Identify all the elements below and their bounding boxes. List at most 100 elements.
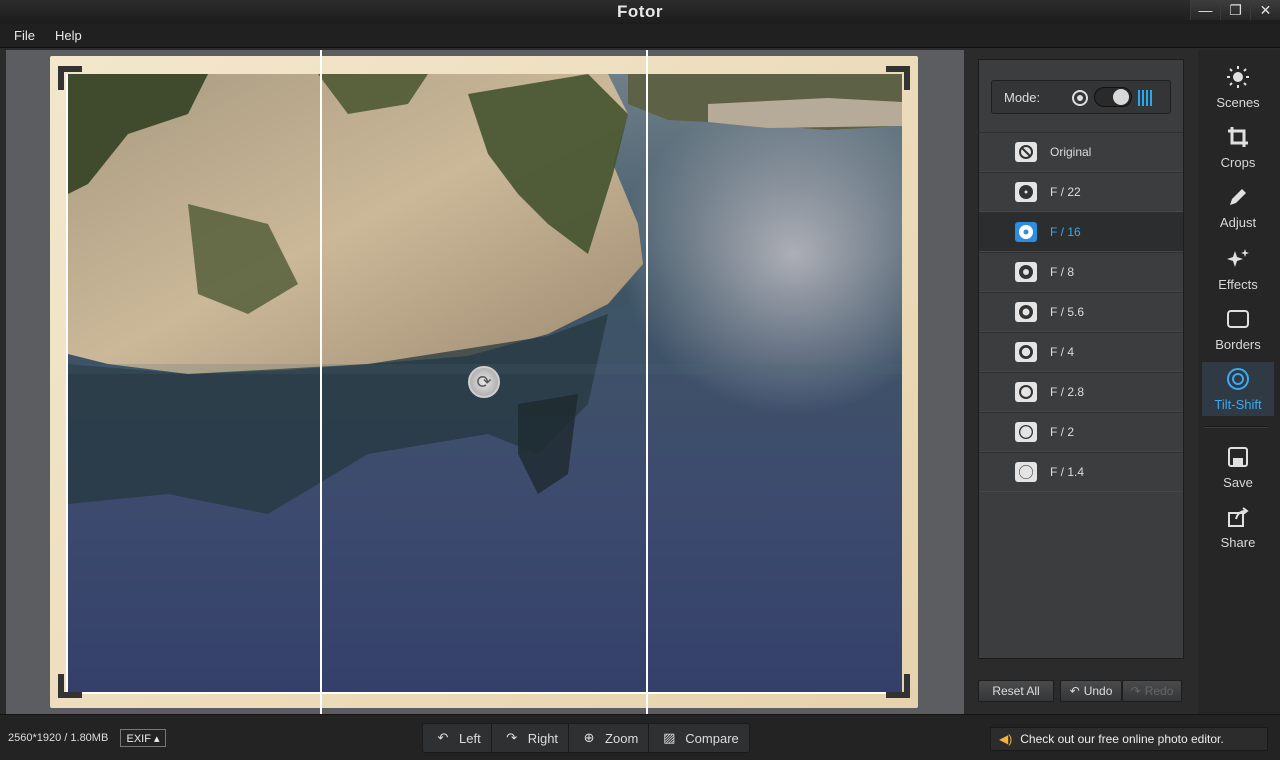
aperture-item-f2[interactable]: F / 2 bbox=[979, 412, 1183, 452]
aperture-item-label: F / 1.4 bbox=[1050, 465, 1085, 479]
sidebar-item-label: Effects bbox=[1218, 277, 1258, 292]
sparkles-icon bbox=[1225, 247, 1251, 271]
close-button[interactable]: ✕ bbox=[1250, 0, 1280, 20]
speaker-icon: ◀) bbox=[999, 732, 1013, 746]
crop-corner-handle[interactable] bbox=[886, 66, 910, 90]
rotate-right-icon: ↷ bbox=[506, 730, 518, 745]
crop-corner-handle[interactable] bbox=[58, 66, 82, 90]
compare-button[interactable]: ▨ Compare bbox=[649, 724, 748, 752]
redo-button[interactable]: ↷ Redo bbox=[1122, 680, 1182, 702]
maximize-button[interactable]: ❐ bbox=[1220, 0, 1250, 20]
aperture-icon bbox=[1015, 182, 1037, 202]
aperture-item-label: Original bbox=[1050, 145, 1092, 159]
sidebar-item-label: Scenes bbox=[1216, 95, 1260, 110]
menu-help[interactable]: Help bbox=[55, 28, 82, 43]
sidebar-item-tilt-shift[interactable]: Tilt-Shift bbox=[1202, 362, 1274, 416]
zoom-icon: ⊕ bbox=[583, 730, 595, 745]
undo-icon: ↶ bbox=[1069, 684, 1080, 698]
sidebar-item-borders[interactable]: Borders bbox=[1202, 302, 1274, 356]
aperture-icon bbox=[1015, 262, 1037, 282]
app-title: Fotor bbox=[617, 2, 663, 21]
sidebar-item-label: Share bbox=[1220, 535, 1256, 550]
radial-mode-icon[interactable] bbox=[1072, 90, 1088, 106]
sun-icon bbox=[1225, 65, 1251, 89]
aperture-icon bbox=[1015, 222, 1037, 242]
sidebar-item-label: Crops bbox=[1220, 155, 1256, 170]
crop-corner-handle[interactable] bbox=[58, 674, 82, 698]
crop-icon bbox=[1225, 125, 1251, 149]
aperture-item-f4[interactable]: F / 4 bbox=[979, 332, 1183, 372]
sidebar-item-save[interactable]: Save bbox=[1202, 440, 1274, 494]
sidebar-item-label: Adjust bbox=[1219, 215, 1257, 230]
aperture-icon bbox=[1015, 302, 1037, 322]
tilt-shift-icon bbox=[1225, 367, 1251, 391]
aperture-item-label: F / 16 bbox=[1050, 225, 1081, 239]
crop-corner-handle[interactable] bbox=[886, 674, 910, 698]
aperture-item-f16[interactable]: F / 16 bbox=[979, 212, 1183, 252]
rotate-left-button[interactable]: ↶ Left bbox=[423, 724, 492, 752]
redo-label: Redo bbox=[1144, 684, 1174, 698]
zoom-button[interactable]: ⊕ Zoom bbox=[569, 724, 650, 752]
reset-all-button[interactable]: Reset All bbox=[978, 680, 1054, 702]
sidebar-item-crops[interactable]: Crops bbox=[1202, 120, 1274, 174]
rotate-left-label: Left bbox=[459, 730, 481, 746]
aperture-item-f22[interactable]: F / 22 bbox=[979, 172, 1183, 212]
aperture-list: Original F / 22 F / 16 F / 8 F / 5.6 F /… bbox=[979, 132, 1183, 492]
border-frame-icon bbox=[1225, 307, 1251, 331]
aperture-icon bbox=[1015, 342, 1037, 362]
image-compare-icon: ▨ bbox=[663, 730, 676, 745]
sidebar-item-adjust[interactable]: Adjust bbox=[1202, 180, 1274, 234]
aperture-item-original[interactable]: Original bbox=[979, 132, 1183, 172]
rotate-right-label: Right bbox=[527, 730, 559, 746]
promo-text: Check out our free online photo editor. bbox=[1020, 732, 1224, 746]
compare-label: Compare bbox=[685, 730, 739, 746]
aperture-item-label: F / 4 bbox=[1050, 345, 1075, 359]
rotate-right-button[interactable]: ↷ Right bbox=[492, 724, 570, 752]
no-effect-icon bbox=[1015, 142, 1037, 162]
promo-link[interactable]: ◀) Check out our free online photo edito… bbox=[990, 727, 1268, 751]
window-controls: — ❐ ✕ bbox=[1190, 0, 1280, 20]
aperture-item-f2-8[interactable]: F / 2.8 bbox=[979, 372, 1183, 412]
sidebar-divider bbox=[1204, 426, 1268, 428]
aperture-item-f8[interactable]: F / 8 bbox=[979, 252, 1183, 292]
mode-toggle[interactable] bbox=[1094, 87, 1132, 107]
mode-switch: Mode: bbox=[991, 80, 1171, 114]
sidebar-item-scenes[interactable]: Scenes bbox=[1202, 60, 1274, 114]
menu-file[interactable]: File bbox=[14, 28, 35, 43]
aperture-item-label: F / 5.6 bbox=[1050, 305, 1085, 319]
tilt-shift-right-line[interactable] bbox=[646, 50, 648, 714]
aperture-item-label: F / 2 bbox=[1050, 425, 1075, 439]
mode-label: Mode: bbox=[1004, 89, 1041, 105]
aperture-icon bbox=[1015, 382, 1037, 402]
exif-button[interactable]: EXIF ▴ bbox=[120, 729, 166, 747]
aperture-item-f5-6[interactable]: F / 5.6 bbox=[979, 292, 1183, 332]
sidebar-item-effects[interactable]: Effects bbox=[1202, 242, 1274, 296]
image-info: 2560*1920 / 1.80MB bbox=[8, 732, 109, 744]
history-actions: ↶ Undo ↷ Redo bbox=[1060, 680, 1182, 702]
undo-label: Undo bbox=[1083, 684, 1113, 698]
save-icon bbox=[1225, 445, 1251, 469]
minimize-button[interactable]: — bbox=[1190, 0, 1220, 20]
sidebar-item-share[interactable]: Share bbox=[1202, 500, 1274, 554]
tilt-shift-left-line[interactable] bbox=[320, 50, 322, 714]
view-toolbar: ↶ Left ↷ Right ⊕ Zoom ▨ Compare bbox=[422, 723, 750, 753]
zoom-label: Zoom bbox=[605, 730, 639, 746]
title-bar: Fotor — ❐ ✕ bbox=[0, 0, 1280, 24]
tilt-shift-panel: Mode: Original F / 22 F / 16 F / 8 F / 5… bbox=[978, 59, 1184, 659]
aperture-item-label: F / 8 bbox=[1050, 265, 1075, 279]
aperture-item-f1-4[interactable]: F / 1.4 bbox=[979, 452, 1183, 492]
redo-icon: ↷ bbox=[1130, 684, 1141, 698]
tool-sidebar: Scenes Crops Adjust Effects Borders Tilt… bbox=[1198, 50, 1280, 714]
aperture-item-label: F / 2.8 bbox=[1050, 385, 1085, 399]
aperture-icon bbox=[1015, 422, 1037, 442]
pencil-icon bbox=[1225, 185, 1251, 209]
photo-canvas[interactable]: ⟳ bbox=[6, 50, 964, 714]
menu-bar: File Help bbox=[0, 24, 1280, 48]
rotate-handle-icon[interactable]: ⟳ bbox=[468, 366, 500, 398]
linear-mode-icon[interactable] bbox=[1138, 90, 1154, 106]
undo-button[interactable]: ↶ Undo bbox=[1060, 680, 1122, 702]
aperture-item-label: F / 22 bbox=[1050, 185, 1081, 199]
panel-actions: Reset All bbox=[978, 680, 1054, 702]
aperture-icon bbox=[1015, 462, 1037, 482]
sidebar-item-label: Borders bbox=[1215, 337, 1261, 352]
